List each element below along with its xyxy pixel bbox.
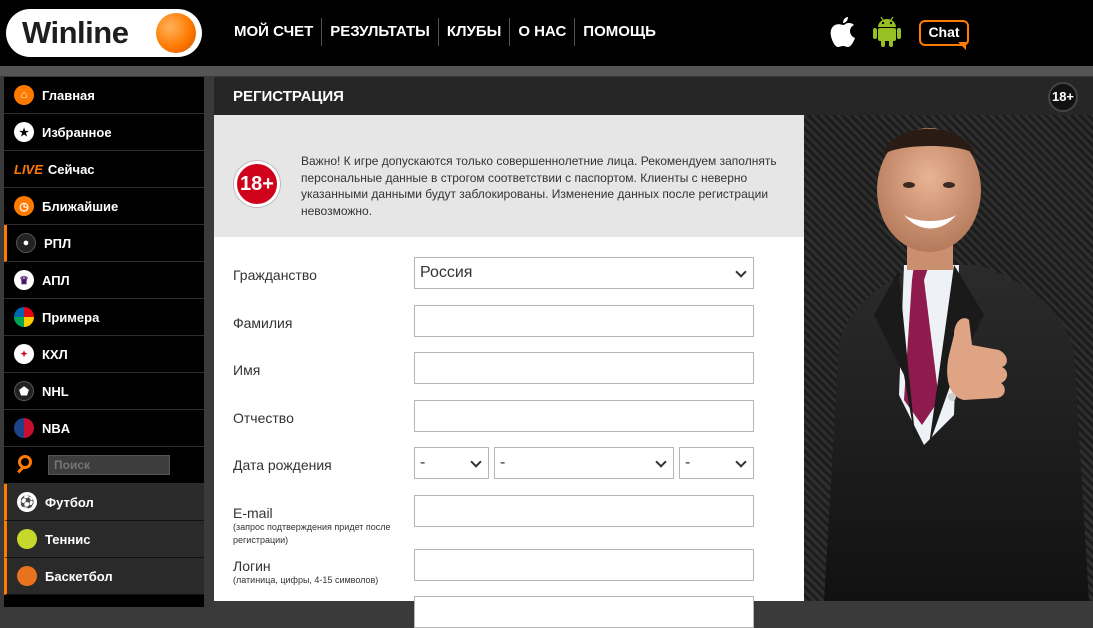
nhl-logo-icon: ⬟ (14, 381, 34, 401)
sidebar-item-label: Примера (42, 309, 100, 325)
nba-logo-icon (14, 418, 34, 438)
email-label: E-mail (233, 505, 273, 521)
warning-box: 18+ Важно! К игре допускаются только сов… (214, 115, 804, 237)
citizenship-select[interactable]: Россия (414, 257, 754, 289)
laliga-logo-icon (14, 307, 34, 327)
logo-ball-icon (156, 13, 196, 53)
sidebar-item-label: АПЛ (42, 272, 70, 288)
birth-year-value: - (685, 454, 691, 471)
login-field[interactable] (414, 549, 754, 581)
rpl-logo-icon: ● (16, 233, 36, 253)
sidebar-item-label: Теннис (45, 531, 91, 547)
surname-field[interactable] (414, 305, 754, 337)
surname-label: Фамилия (233, 315, 293, 331)
birth-month-select[interactable]: - (494, 447, 674, 479)
sidebar-item-primera[interactable]: Примера (4, 299, 204, 336)
birth-month-value: - (500, 454, 506, 471)
nav-results[interactable]: РЕЗУЛЬТАТЫ (322, 18, 439, 46)
football-icon: ⚽ (17, 492, 37, 512)
sidebar-item-nba[interactable]: NBA (4, 410, 204, 447)
sidebar-item-label: Главная (42, 87, 95, 103)
live-badge: LIVE (14, 161, 43, 177)
warning-text: Важно! К игре допускаются только соверше… (301, 154, 777, 218)
name-label: Имя (233, 362, 261, 378)
birth-day-value: - (420, 454, 426, 471)
page-title: РЕГИСТРАЦИЯ (233, 88, 344, 105)
winline-logo[interactable]: Winline (6, 9, 202, 57)
top-bar: Winline МОЙ СЧЕТ РЕЗУЛЬТАТЫ КЛУБЫ О НАС … (0, 0, 1093, 66)
presenter-illustration (824, 128, 1089, 601)
sidebar-item-label: Футбол (45, 494, 94, 510)
home-icon: ⌂ (14, 85, 34, 105)
login-label: Логин (233, 558, 271, 574)
sidebar-sport-football[interactable]: ⚽ Футбол (4, 484, 204, 521)
sidebar-item-favorites[interactable]: ★ Избранное (4, 114, 204, 151)
clock-icon: ◷ (14, 196, 34, 216)
main-nav: МОЙ СЧЕТ РЕЗУЛЬТАТЫ КЛУБЫ О НАС ПОМОЩЬ (226, 18, 664, 46)
name-field[interactable] (414, 352, 754, 384)
email-hint: (запрос подтверждения придет после регис… (233, 522, 391, 545)
sidebar-item-label: Сейчас (47, 161, 95, 177)
logo-text: Winline (22, 15, 129, 50)
birth-day-select[interactable]: - (414, 447, 489, 479)
sidebar-item-label: Избранное (42, 124, 112, 140)
search-input[interactable] (48, 455, 170, 475)
sidebar-item-label: Ближайшие (42, 198, 119, 214)
chevron-down-icon (735, 266, 747, 278)
sidebar-item-khl[interactable]: ✦ КХЛ (4, 336, 204, 373)
sidebar-search (4, 447, 204, 484)
patronymic-label: Отчество (233, 410, 294, 426)
sidebar-item-label: NBA (42, 420, 71, 436)
star-icon: ★ (14, 122, 34, 142)
sidebar-item-label: Баскетбол (45, 568, 113, 584)
sidebar-item-label: РПЛ (44, 235, 72, 251)
registration-header: РЕГИСТРАЦИЯ (214, 77, 1093, 115)
citizenship-label: Гражданство (233, 267, 317, 283)
sidebar-item-live[interactable]: LIVE Сейчас (4, 151, 204, 188)
header-divider (0, 66, 1093, 76)
login-hint: (латиница, цифры, 4-15 символов) (233, 575, 379, 585)
sidebar-item-rpl[interactable]: ● РПЛ (4, 225, 204, 262)
chevron-down-icon (735, 456, 747, 468)
chat-bubble-tail-icon (958, 42, 966, 50)
epl-logo-icon: ♛ (14, 270, 34, 290)
chevron-down-icon (470, 456, 482, 468)
sidebar-sport-basketball[interactable]: Баскетбол (4, 558, 204, 595)
khl-logo-icon: ✦ (14, 344, 34, 364)
sidebar-item-nhl[interactable]: ⬟ NHL (4, 373, 204, 410)
sidebar: ⌂ Главная ★ Избранное LIVE Сейчас ◷ Ближ… (4, 77, 204, 607)
sidebar-item-label: NHL (42, 383, 69, 399)
chevron-down-icon (655, 456, 667, 468)
sidebar-item-upcoming[interactable]: ◷ Ближайшие (4, 188, 204, 225)
age-restriction-badge: 18+ (1048, 82, 1078, 112)
android-icon[interactable] (872, 16, 902, 48)
tennis-icon (17, 529, 37, 549)
patronymic-field[interactable] (414, 400, 754, 432)
citizenship-value: Россия (420, 264, 473, 281)
sidebar-item-label: КХЛ (42, 346, 68, 362)
sidebar-item-epl[interactable]: ♛ АПЛ (4, 262, 204, 299)
nav-about[interactable]: О НАС (510, 18, 576, 46)
birth-year-select[interactable]: - (679, 447, 754, 479)
age-warning-icon: 18+ (234, 161, 280, 207)
apple-icon[interactable] (829, 16, 857, 48)
email-field[interactable] (414, 495, 754, 527)
promo-photo (804, 115, 1093, 601)
nav-clubs[interactable]: КЛУБЫ (439, 18, 511, 46)
search-icon[interactable] (16, 454, 38, 476)
nav-my-account[interactable]: МОЙ СЧЕТ (226, 18, 323, 46)
sidebar-sport-tennis[interactable]: Теннис (4, 521, 204, 558)
birthdate-label: Дата рождения (233, 457, 332, 473)
basketball-icon (17, 566, 37, 586)
nav-help[interactable]: ПОМОЩЬ (575, 18, 664, 46)
sidebar-item-home[interactable]: ⌂ Главная (4, 77, 204, 114)
